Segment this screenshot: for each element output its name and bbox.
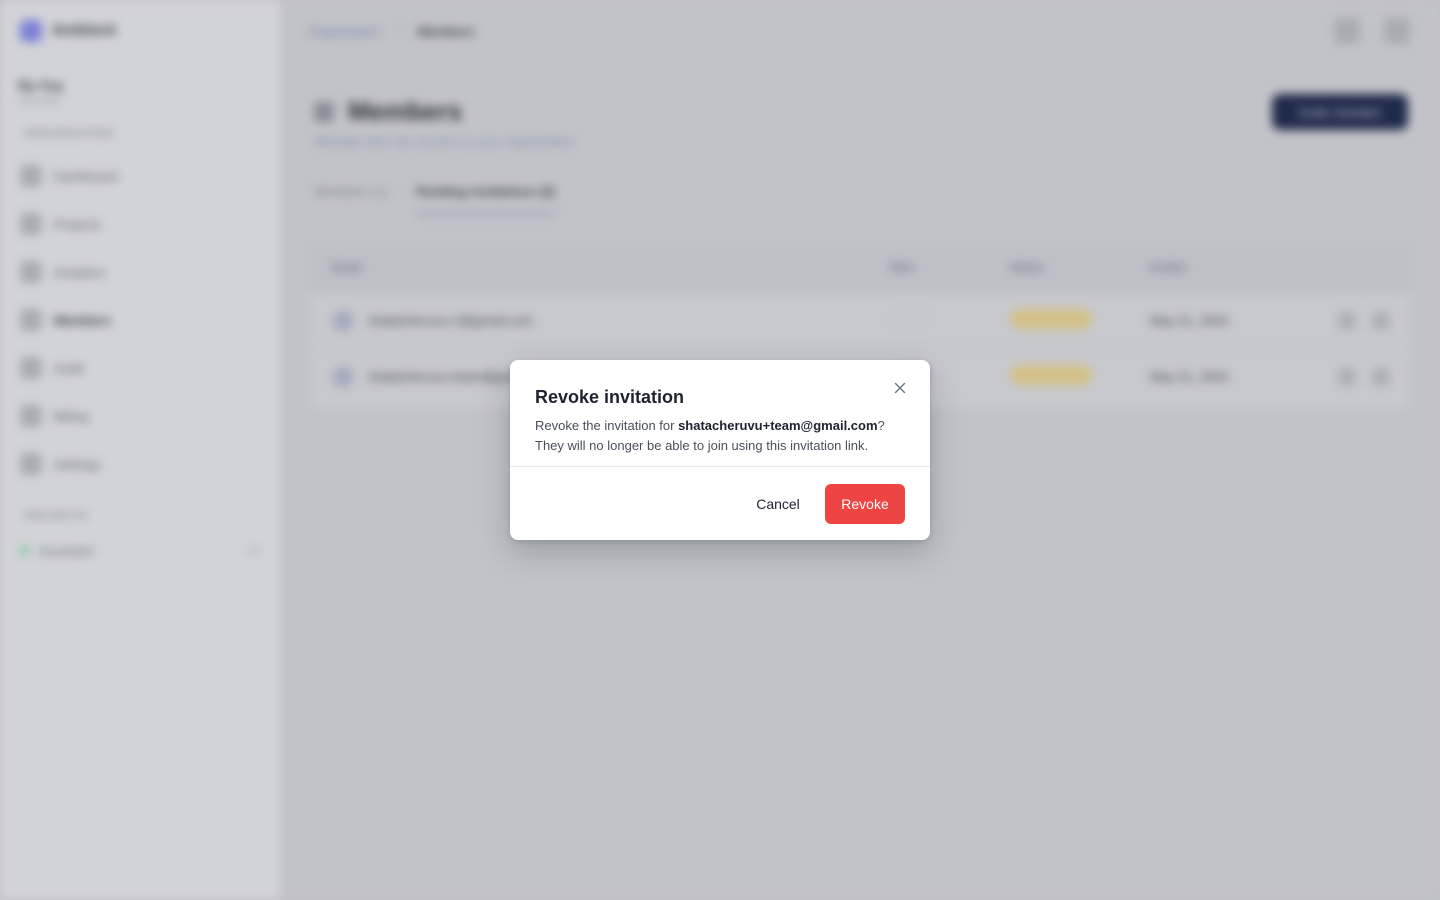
- logo-icon: [20, 20, 42, 42]
- org-name[interactable]: My Org: [18, 78, 63, 93]
- sidebar-item-label: Settings: [54, 456, 101, 472]
- table-header: Email Role Status Invited: [310, 244, 1410, 292]
- column-header-email: Email: [332, 262, 362, 274]
- status-badge: [1010, 309, 1092, 329]
- nav-section-projects: Projects: [24, 510, 88, 522]
- page-title: Members: [314, 96, 462, 127]
- sidebar-item-label: Dashboard: [54, 168, 118, 184]
- row-invited-date: May 21, 2024: [1150, 369, 1229, 384]
- sidebar-item-settings[interactable]: Settings: [20, 448, 260, 480]
- project-label: my-project: [38, 544, 95, 558]
- sidebar-item-label: Billing: [54, 408, 89, 424]
- dialog-body-line2: They will no longer be able to join usin…: [535, 438, 869, 453]
- row-invited-date: May 21, 2024: [1150, 313, 1229, 328]
- member-tabs: Members (1) Pending invitations (2): [314, 184, 556, 215]
- sidebar-nav: Dashboard Projects Analytics Members Aud…: [20, 160, 260, 496]
- top-bar-actions: [1334, 18, 1410, 44]
- chart-icon: [20, 261, 42, 283]
- sidebar-item-label: Analytics: [54, 264, 107, 280]
- revoke-invitation-dialog: Revoke invitation Revoke the invitation …: [510, 360, 930, 540]
- status-dot-icon: [20, 547, 28, 555]
- users-icon: [314, 101, 334, 122]
- copy-link-icon[interactable]: [1338, 311, 1356, 330]
- nav-section-organization: Organization: [24, 128, 115, 140]
- gear-icon: [20, 453, 42, 475]
- list-icon: [20, 357, 42, 379]
- avatar: [332, 309, 354, 332]
- sidebar-item-audit[interactable]: Audit: [20, 352, 260, 384]
- dialog-title: Revoke invitation: [535, 387, 685, 407]
- sidebar: Ambient My Org Free plan Organization Da…: [0, 0, 280, 900]
- sidebar-item-label: Members: [54, 312, 112, 328]
- trash-icon[interactable]: [1372, 367, 1390, 386]
- breadcrumb-parent[interactable]: Organization: [308, 24, 382, 39]
- dialog-email: shatacheruvu+team@gmail.com: [678, 418, 878, 433]
- sidebar-item-label: Projects: [54, 216, 101, 232]
- sidebar-project-item[interactable]: my-project 12: [20, 544, 260, 558]
- revoke-button[interactable]: Revoke: [825, 484, 905, 524]
- project-count: 12: [247, 545, 260, 557]
- page-title-text: Members: [348, 96, 463, 126]
- page-subtitle: Manage who has access to your organizati…: [314, 134, 575, 149]
- table-row: shatacheruvu+1@gmail.com May 21, 2024: [310, 292, 1410, 348]
- dashboard-icon: [20, 165, 42, 187]
- dialog-body: Revoke the invitation for shatacheruvu+t…: [535, 416, 913, 456]
- column-header-status: Status: [1010, 262, 1044, 274]
- breadcrumb-current: Members: [417, 24, 475, 39]
- notifications-icon[interactable]: [1334, 18, 1360, 44]
- sidebar-item-members[interactable]: Members: [20, 304, 260, 336]
- status-badge: [1010, 365, 1092, 385]
- sidebar-item-analytics[interactable]: Analytics: [20, 256, 260, 288]
- trash-icon[interactable]: [1372, 311, 1390, 330]
- column-header-invited: Invited: [1150, 262, 1186, 274]
- sidebar-item-projects[interactable]: Projects: [20, 208, 260, 240]
- row-email: shatacheruvu+1@gmail.com: [368, 313, 534, 328]
- column-header-role: Role: [890, 262, 914, 274]
- sidebar-item-dashboard[interactable]: Dashboard: [20, 160, 260, 192]
- dialog-body-prefix: Revoke the invitation for: [535, 418, 679, 433]
- users-icon: [20, 309, 42, 331]
- invite-member-button[interactable]: Invite member: [1272, 94, 1408, 130]
- sidebar-item-label: Audit: [54, 360, 84, 376]
- sidebar-item-billing[interactable]: Billing: [20, 400, 260, 432]
- dialog-body-suffix: ?: [877, 418, 885, 433]
- card-icon: [20, 405, 42, 427]
- breadcrumb-separator: /: [397, 24, 402, 39]
- app-logo: Ambient: [20, 20, 116, 42]
- tab-pending-invitations[interactable]: Pending invitations (2): [415, 184, 556, 215]
- app-name: Ambient: [52, 22, 116, 39]
- avatar[interactable]: [1384, 18, 1410, 44]
- dialog-divider: [510, 466, 930, 467]
- breadcrumb: Organization / Members: [308, 24, 474, 39]
- folder-icon: [20, 213, 42, 235]
- org-plan: Free plan: [18, 96, 61, 107]
- tab-members[interactable]: Members (1): [314, 184, 388, 215]
- cancel-button[interactable]: Cancel: [750, 484, 806, 524]
- close-icon[interactable]: [892, 380, 908, 396]
- copy-link-icon[interactable]: [1338, 367, 1356, 386]
- role-badge[interactable]: [890, 310, 930, 328]
- avatar: [332, 365, 354, 388]
